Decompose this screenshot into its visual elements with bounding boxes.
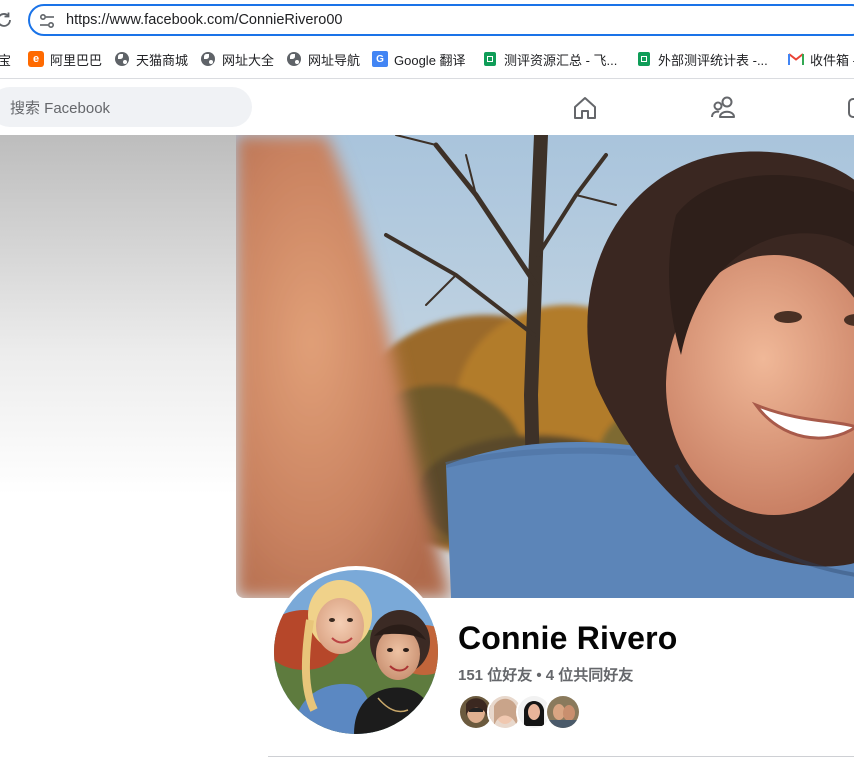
- sheets-icon: [636, 51, 652, 67]
- bookmark-alibaba[interactable]: e 阿里巴巴: [28, 46, 102, 72]
- bookmark-label: 宝: [0, 52, 12, 68]
- reload-icon[interactable]: [0, 10, 14, 30]
- left-background: [0, 135, 236, 495]
- globe-icon: [200, 51, 216, 67]
- bookmark-label: 测评资源汇总 - 飞...: [504, 52, 618, 68]
- bookmark-taobao[interactable]: 宝: [0, 46, 11, 72]
- bookmark-wangzhi-daohang[interactable]: 网址导航: [286, 46, 360, 72]
- profile-name: Connie Rivero: [458, 620, 678, 656]
- sheets-icon: [482, 51, 498, 67]
- bookmark-label: 天猫商城: [136, 52, 189, 68]
- profile-avatar-frame: [270, 566, 442, 738]
- profile-divider: [268, 756, 854, 757]
- address-bar[interactable]: https://www.facebook.com/ConnieRivero00: [28, 4, 854, 36]
- bookmark-label: 网址导航: [308, 52, 361, 68]
- bookmark-google-translate[interactable]: G Google 翻译: [372, 46, 466, 72]
- facebook-header: [0, 79, 854, 135]
- friends-icon[interactable]: [710, 95, 738, 121]
- globe-icon: [286, 51, 302, 67]
- bookmark-tmall[interactable]: 天猫商城: [114, 46, 188, 72]
- bookmark-gmail[interactable]: 收件箱 -: [788, 46, 854, 72]
- bookmark-label: Google 翻译: [394, 52, 466, 68]
- search-box[interactable]: [0, 87, 252, 129]
- bookmark-label: 外部测评统计表 -...: [658, 52, 768, 68]
- google-translate-icon: G: [372, 51, 388, 67]
- url-text[interactable]: https://www.facebook.com/ConnieRivero00: [66, 12, 342, 28]
- alibaba-icon: e: [28, 51, 44, 67]
- browser-toolbar: https://www.facebook.com/ConnieRivero00 …: [0, 0, 854, 82]
- profile-avatar[interactable]: [274, 570, 438, 734]
- friend-avatar[interactable]: [545, 694, 581, 730]
- home-icon[interactable]: [572, 95, 598, 121]
- bookmark-label: 网址大全: [222, 52, 275, 68]
- gmail-icon: [788, 51, 804, 67]
- friends-count[interactable]: 151 位好友 • 4 位共同好友: [458, 664, 633, 685]
- bookmark-label: 收件箱 -: [810, 52, 854, 68]
- bookmark-label: 阿里巴巴: [50, 52, 103, 68]
- cover-photo[interactable]: [236, 135, 854, 598]
- bookmark-resource-summary[interactable]: 测评资源汇总 - 飞...: [482, 46, 617, 72]
- site-info-icon[interactable]: [38, 12, 56, 30]
- search-input[interactable]: [8, 87, 232, 129]
- bookmark-wangzhi-daquan[interactable]: 网址大全: [200, 46, 274, 72]
- bookmarks-bar: 宝 e 阿里巴巴 天猫商城 网址大全 网址导航 G Google 翻译 测评资源…: [0, 46, 854, 72]
- watch-icon[interactable]: [846, 95, 854, 121]
- globe-icon: [114, 51, 130, 67]
- bookmark-external-stats[interactable]: 外部测评统计表 -...: [636, 46, 768, 72]
